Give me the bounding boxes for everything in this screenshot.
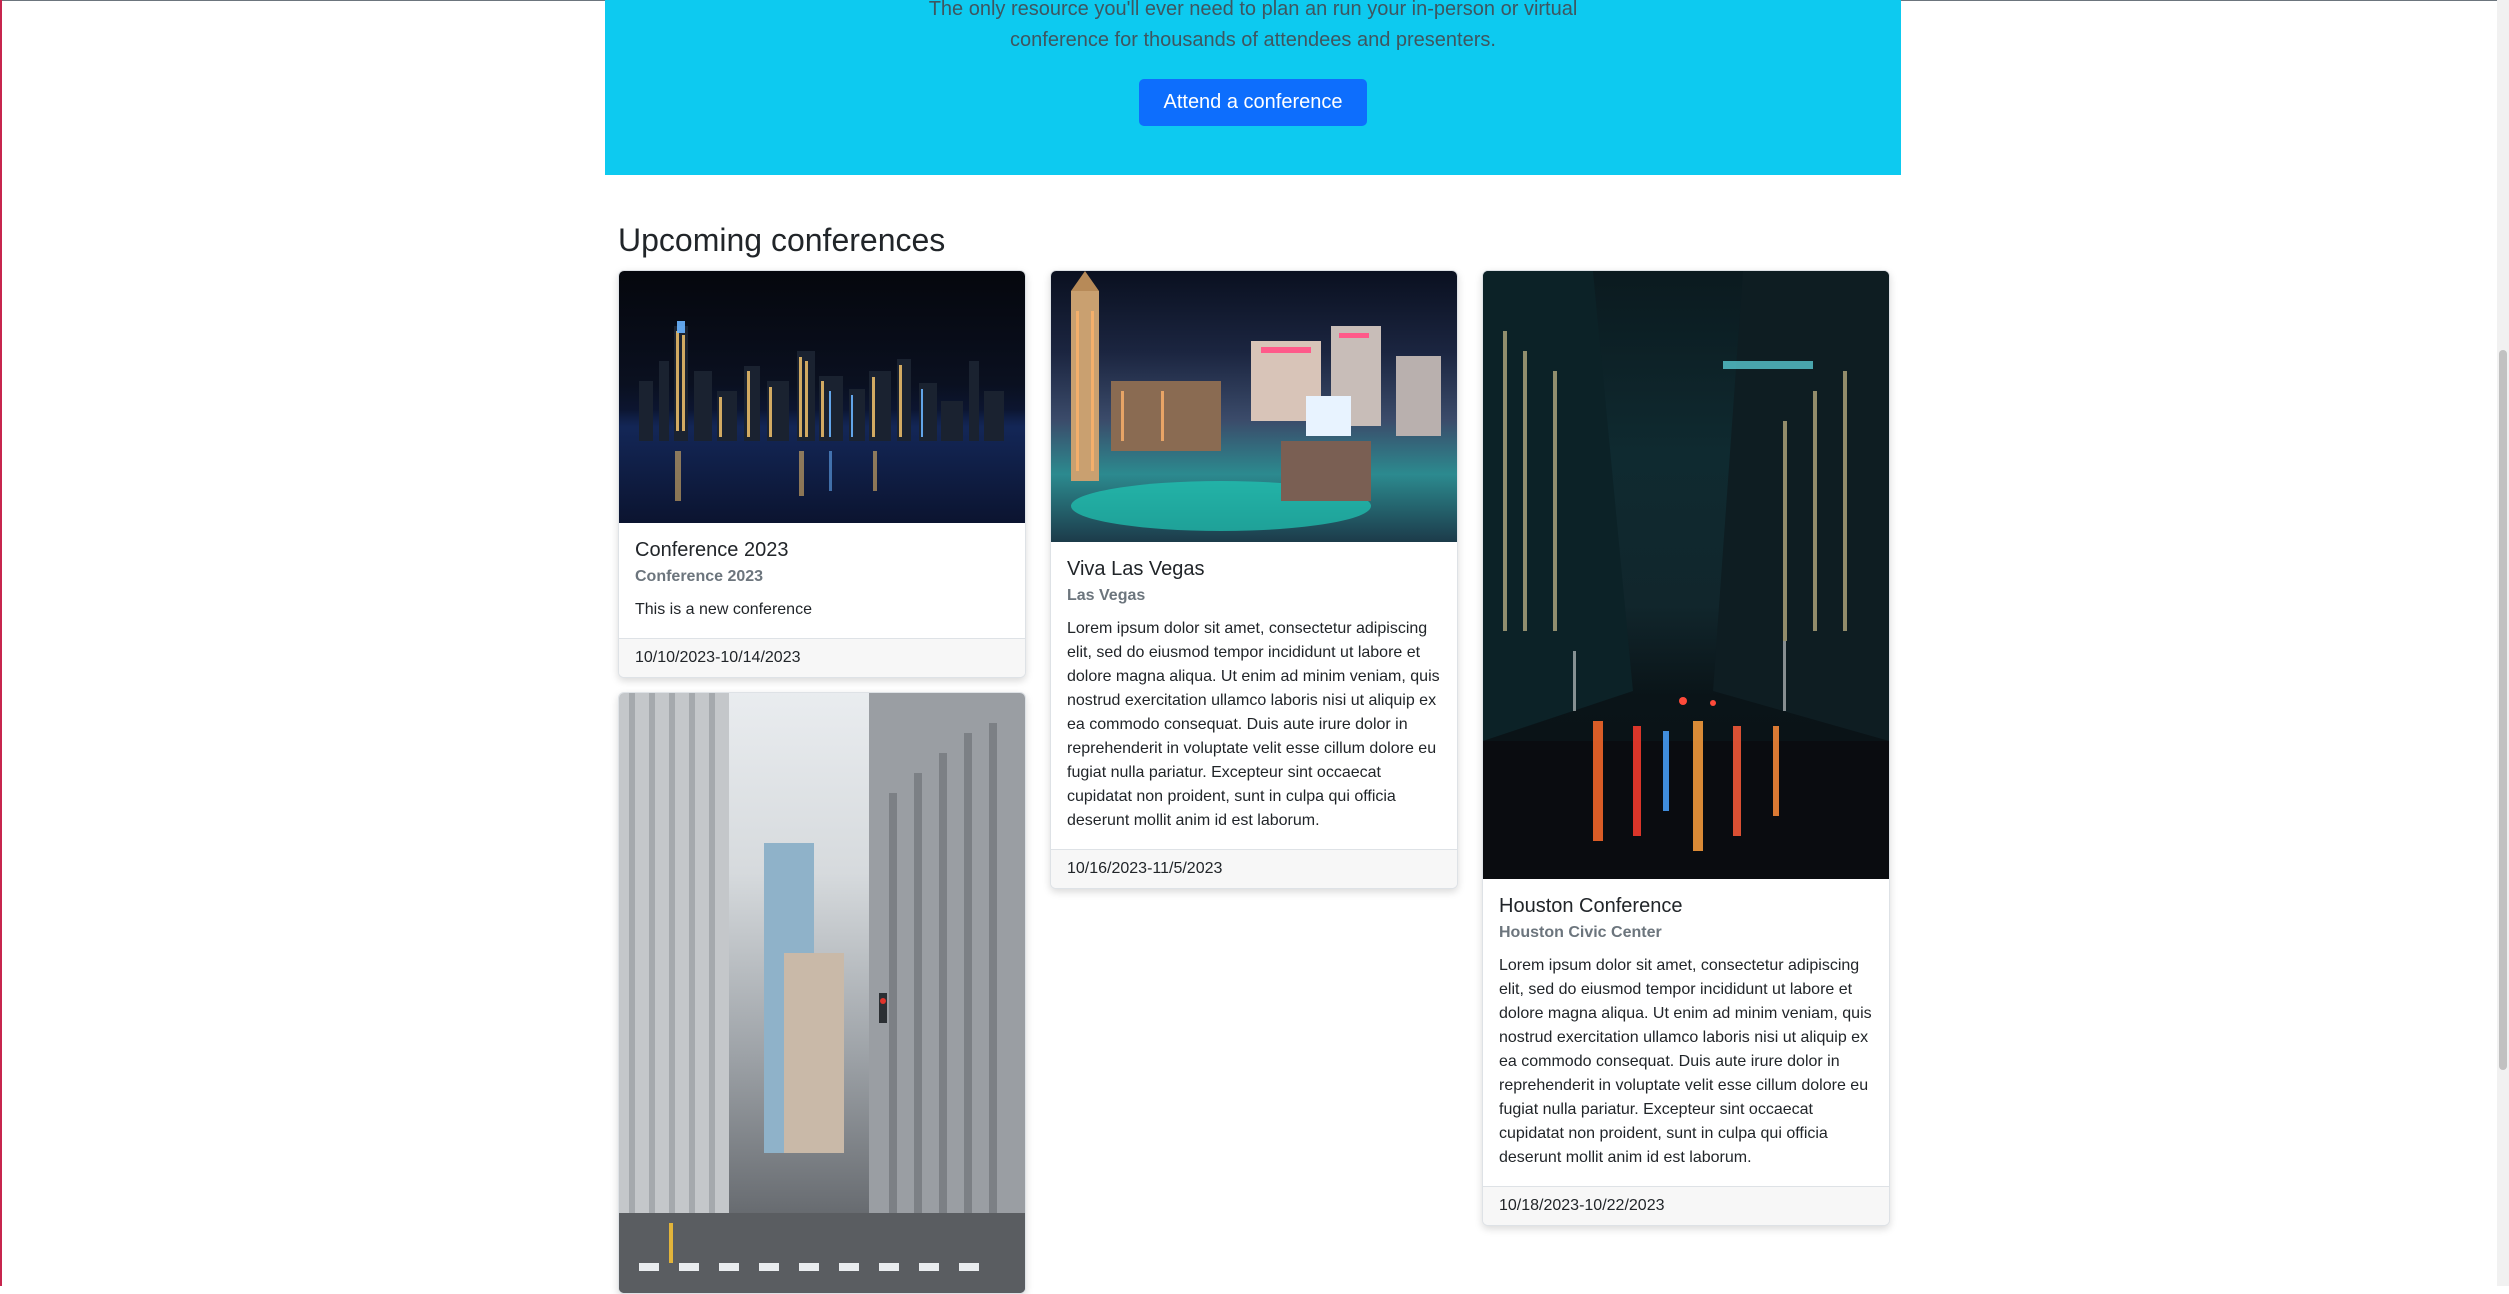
card-text: Lorem ipsum dolor sit amet, consectetur … [1067, 620, 1440, 829]
card-dates: 10/10/2023-10/14/2023 [619, 638, 1025, 677]
conference-card[interactable]: Houston Conference Houston Civic Center … [1482, 270, 1890, 1226]
page-scrollbar[interactable] [2497, 0, 2509, 1286]
card-subtitle: Conference 2023 [635, 568, 764, 585]
card-text: This is a new conference [635, 601, 812, 618]
conference-card[interactable]: Conference 2023 Conference 2023 This is … [618, 270, 1026, 678]
card-subtitle: Houston Civic Center [1499, 924, 1662, 941]
san-francisco-night-skyline-image [619, 271, 1025, 523]
card-subtitle: Las Vegas [1067, 587, 1146, 604]
hero-lead-text: The only resource you'll ever need to pl… [928, 0, 1578, 51]
card-dates: 10/18/2023-10/22/2023 [1483, 1186, 1889, 1225]
attend-conference-button[interactable]: Attend a conference [1139, 79, 1367, 126]
houston-street-night-image [1483, 271, 1889, 879]
conference-card[interactable] [618, 692, 1026, 1294]
card-text: Lorem ipsum dolor sit amet, consectetur … [1499, 957, 1872, 1166]
hero-banner: The only resource you'll ever need to pl… [605, 0, 1901, 175]
conference-card[interactable]: Viva Las Vegas Las Vegas Lorem ipsum dol… [1050, 270, 1458, 889]
window-left-edge [0, 0, 2, 1286]
new-york-street-day-image [619, 693, 1025, 1293]
card-title: Viva Las Vegas [1067, 558, 1205, 580]
card-title: Houston Conference [1499, 895, 1683, 917]
card-dates: 10/16/2023-11/5/2023 [1051, 849, 1457, 888]
card-title: Conference 2023 [635, 539, 789, 561]
section-title: Upcoming conferences [618, 222, 946, 258]
scrollbar-thumb[interactable] [2499, 350, 2507, 1070]
las-vegas-night-strip-image [1051, 271, 1457, 542]
